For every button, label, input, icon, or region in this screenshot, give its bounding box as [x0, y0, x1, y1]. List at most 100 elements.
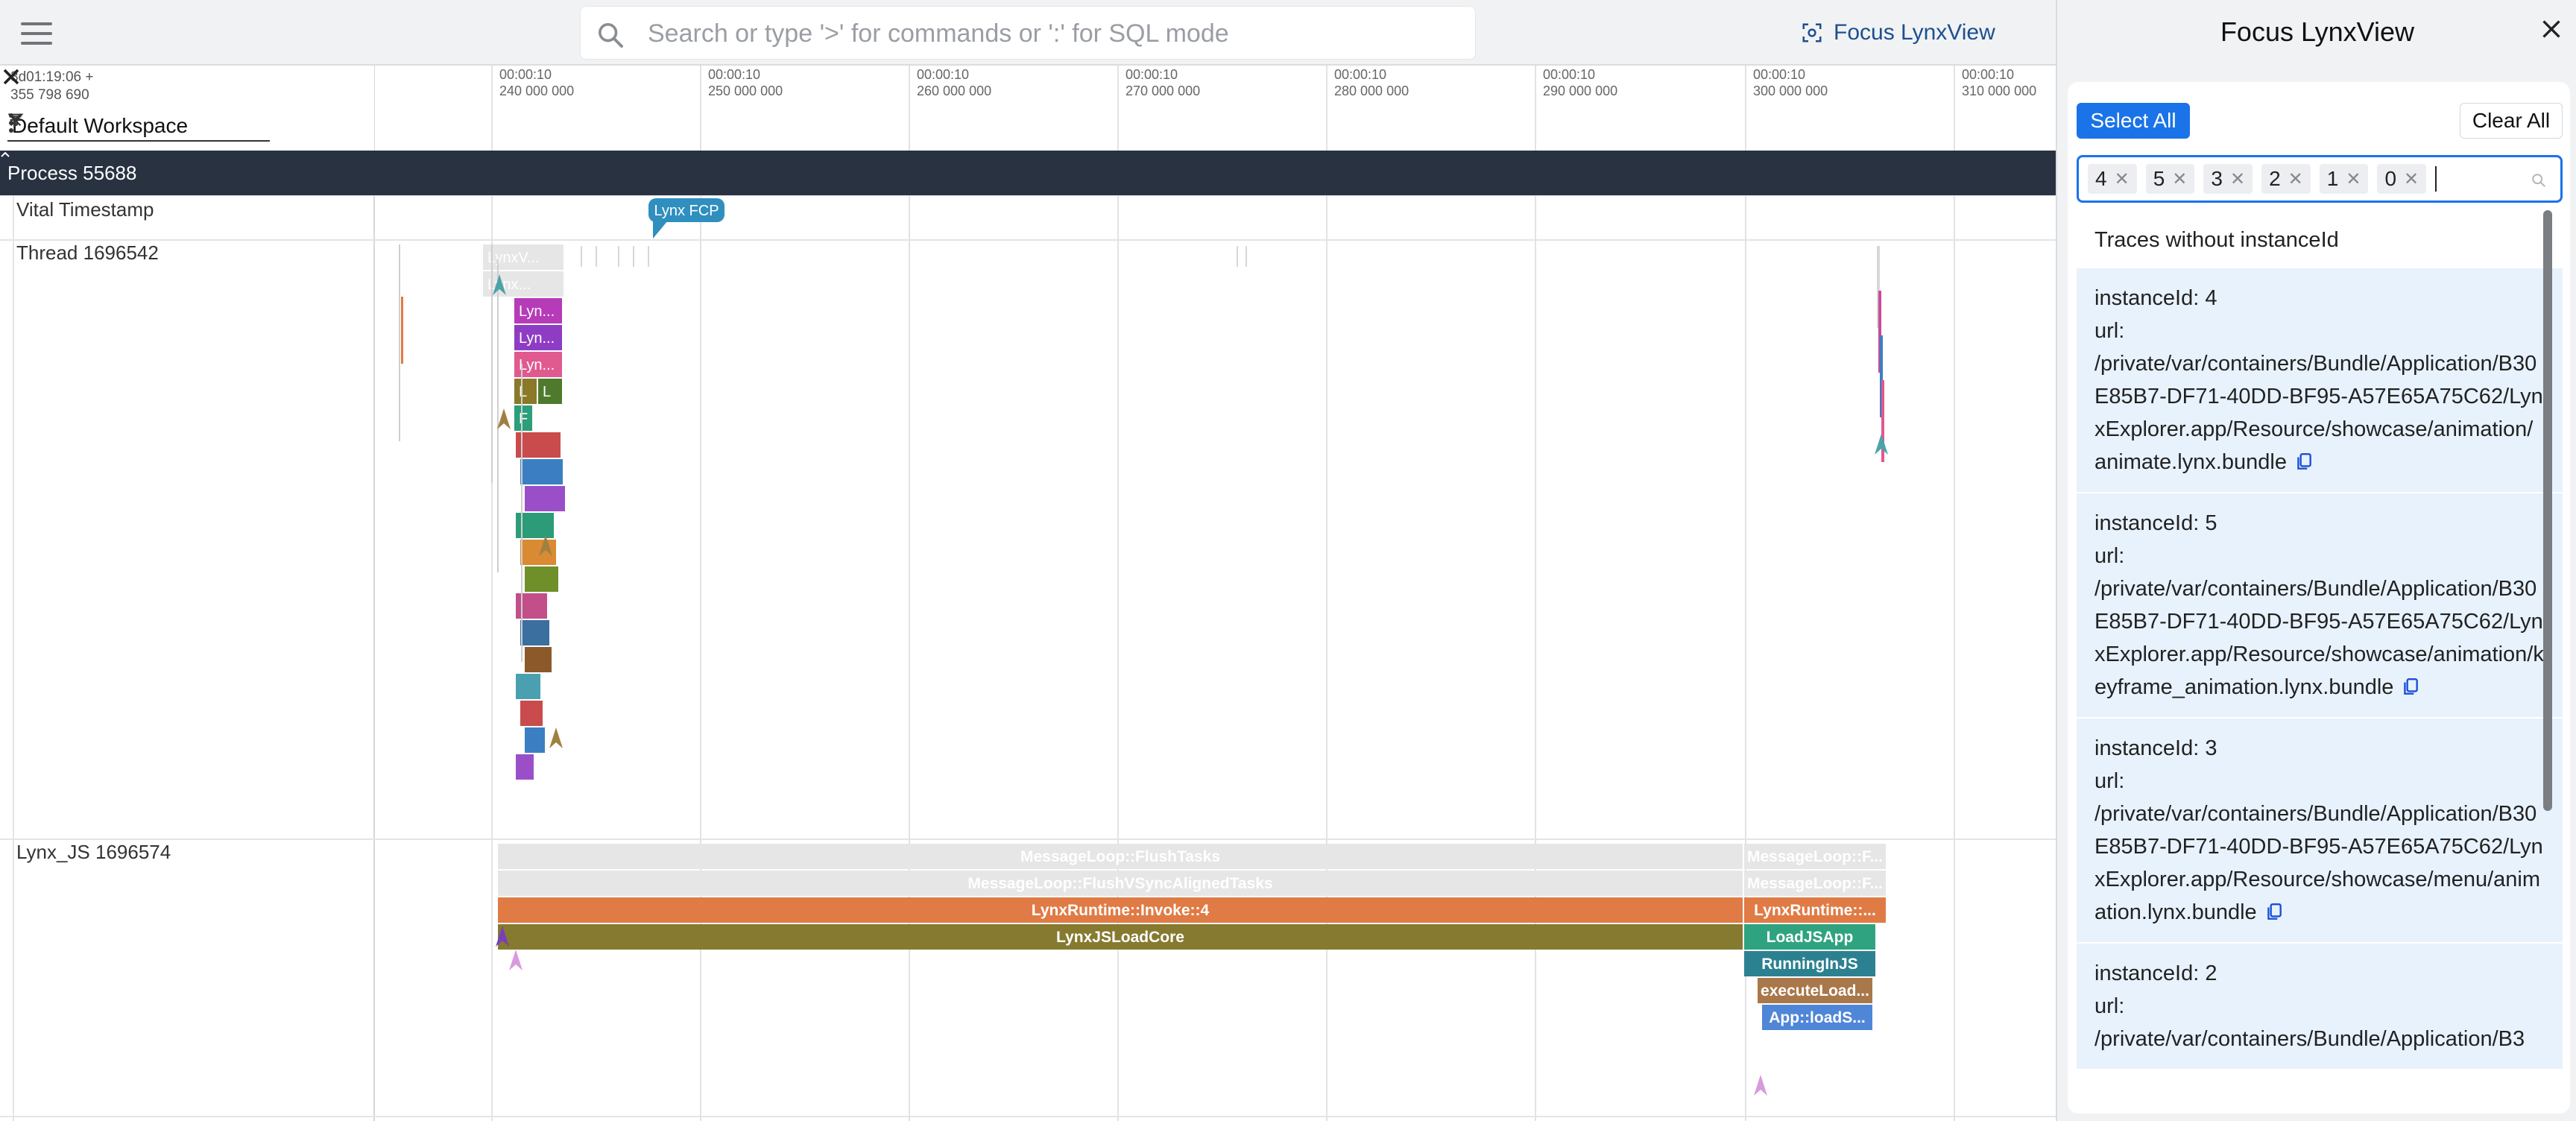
omnibox[interactable]: [580, 6, 1476, 60]
tick-sublabel: 240 000 000: [499, 83, 574, 98]
flow-arrow-icon[interactable]: [509, 950, 523, 970]
focus-lynxview-panel: Focus LynxView Select All Clear All 4 ✕ 5 ✕…: [2056, 0, 2576, 1121]
thread-slice-label: Lyn...: [519, 330, 555, 347]
instance-id: instanceId: 5: [2094, 511, 2217, 535]
instance-option[interactable]: instanceId: 5 url: /private/var/containers…: [2077, 493, 2563, 719]
js-slice[interactable]: MessageLoop::F...: [1744, 844, 1886, 869]
focus-lynxview-button[interactable]: Focus LynxView: [1801, 16, 1995, 49]
lynx-fcp-marker[interactable]: Lynx FCP: [648, 198, 724, 239]
thread-slice-label: L: [543, 384, 551, 400]
thread-slice[interactable]: F: [514, 405, 532, 431]
instance-option[interactable]: instanceId: 3 url: /private/var/containers…: [2077, 719, 2563, 944]
flow-arrow-icon[interactable]: [497, 408, 511, 429]
thread-slice[interactable]: [525, 566, 558, 592]
js-slice-label: LynxRuntime::...: [1754, 902, 1876, 919]
js-slice-label: MessageLoop::F...: [1747, 875, 1883, 892]
thread-slice[interactable]: [525, 647, 552, 672]
thread-slice[interactable]: L: [514, 379, 537, 404]
select-all-button[interactable]: Select All: [2077, 103, 2190, 139]
thread-slice[interactable]: [516, 674, 540, 699]
timeline-area[interactable]: 00:00:10 240 000 000 00:00:10 250 000 000 00…: [0, 66, 2056, 1121]
chevron-up-icon[interactable]: [0, 151, 10, 158]
tag-label: 3: [2211, 167, 2223, 190]
focus-icon: [1802, 23, 1822, 42]
tag-list: 4 ✕ 5 ✕ 3 ✕ 2 ✕ 1 ✕ 0 ✕: [2088, 164, 2427, 194]
flow-arrow-icon[interactable]: [1754, 1075, 1767, 1096]
tick-label: 00:00:10: [1126, 67, 1178, 82]
js-slice-label: MessageLoop::FlushTasks: [1020, 848, 1220, 865]
more-vert-icon[interactable]: [7, 112, 15, 134]
instance-options-list[interactable]: Traces without instanceId instanceId: 4 u…: [2077, 215, 2563, 1109]
remove-tag-icon[interactable]: ✕: [2346, 168, 2361, 190]
clear-all-button[interactable]: Clear All: [2460, 103, 2563, 139]
js-slice[interactable]: LoadJSApp: [1744, 924, 1875, 950]
thread-slice[interactable]: Lyn...: [514, 298, 562, 323]
process-label: Process 55688: [7, 161, 137, 184]
hamburger-menu-icon[interactable]: [21, 22, 52, 45]
thread-slice[interactable]: L: [538, 379, 562, 404]
copy-icon[interactable]: [2296, 452, 2312, 472]
tick-sublabel: 290 000 000: [1543, 83, 1617, 98]
close-track-icon[interactable]: [0, 66, 22, 88]
thread-slice-label: Lyn...: [519, 303, 555, 320]
tag-label: 0: [2384, 167, 2397, 190]
js-slice-label: LynxJSLoadCore: [1056, 929, 1184, 946]
thread-slice[interactable]: Lyn...: [514, 325, 562, 350]
js-slice[interactable]: LynxJSLoadCore: [498, 924, 1743, 950]
js-slice-label: LynxRuntime::Invoke::4: [1032, 902, 1210, 919]
instance-tag: 4 ✕: [2088, 164, 2137, 194]
url-label: url:: [2094, 544, 2125, 568]
instance-tag-select[interactable]: 4 ✕ 5 ✕ 3 ✕ 2 ✕ 1 ✕ 0 ✕: [2077, 155, 2563, 203]
track-title-thread: Thread 1696542: [16, 241, 159, 264]
instance-tag: 2 ✕: [2261, 164, 2311, 194]
tick-label: 00:00:10: [708, 67, 760, 82]
thread-slice[interactable]: [520, 459, 563, 484]
remove-tag-icon[interactable]: ✕: [2288, 168, 2303, 190]
options-scrollbar[interactable]: [2543, 210, 2552, 811]
thread-slice[interactable]: [520, 701, 543, 726]
instance-tag: 0 ✕: [2377, 164, 2427, 194]
search-input[interactable]: [648, 16, 1453, 51]
js-slice[interactable]: MessageLoop::F...: [1744, 871, 1886, 896]
workspace-bar: Default Workspace: [7, 112, 270, 142]
flow-arrow-icon[interactable]: [549, 727, 563, 748]
copy-icon[interactable]: [2402, 678, 2419, 697]
instance-option[interactable]: instanceId: 2 url: /private/var/containers…: [2077, 944, 2563, 1070]
instance-id: instanceId: 2: [2094, 961, 2217, 985]
workspace-select[interactable]: Default Workspace: [7, 112, 270, 142]
copy-icon[interactable]: [2266, 903, 2282, 922]
remove-tag-icon[interactable]: ✕: [2115, 168, 2130, 190]
thread-slice[interactable]: [525, 727, 545, 753]
js-slice[interactable]: LynxRuntime::...: [1744, 897, 1886, 923]
remove-tag-icon[interactable]: ✕: [2404, 168, 2419, 190]
timeline-canvas[interactable]: 00:00:10240 000 00000:00:10250 000 00000…: [0, 66, 2056, 1121]
thread-slice[interactable]: [516, 754, 534, 780]
tag-label: 4: [2095, 167, 2107, 190]
js-slice-label: App::loadS...: [1769, 1009, 1866, 1026]
instance-id: instanceId: 3: [2094, 736, 2217, 760]
js-slice[interactable]: LynxRuntime::Invoke::4: [498, 897, 1743, 923]
thread-slice-label: Lynx...: [487, 277, 531, 293]
remove-tag-icon[interactable]: ✕: [2172, 168, 2187, 190]
option-no-instance[interactable]: Traces without instanceId: [2077, 215, 2563, 268]
tag-label: 5: [2153, 167, 2165, 190]
thread-slice[interactable]: [525, 486, 565, 511]
process-track-header[interactable]: Process 55688: [0, 151, 2056, 195]
close-icon[interactable]: [2540, 18, 2563, 40]
track-header-panel: 3d01:19:06 + 355 798 690 Default Workspa…: [0, 66, 374, 151]
tick-label: 00:00:10: [499, 67, 552, 82]
js-slice[interactable]: MessageLoop::FlushVSyncAlignedTasks: [498, 871, 1743, 896]
instance-url: /private/var/containers/Bundle/Applicati…: [2094, 1027, 2525, 1051]
thread-slice[interactable]: LynxV...: [483, 244, 564, 270]
js-slice[interactable]: App::loadS...: [1762, 1005, 1872, 1030]
js-slice[interactable]: MessageLoop::FlushTasks: [498, 844, 1743, 869]
thread-slice-label: L: [519, 384, 527, 400]
instance-id: instanceId: 4: [2094, 286, 2217, 310]
instance-option[interactable]: instanceId: 4 url: /private/var/containers…: [2077, 268, 2563, 493]
thread-slice[interactable]: [516, 593, 547, 619]
js-slice[interactable]: executeLoad...: [1758, 978, 1872, 1003]
search-icon: [599, 23, 623, 48]
js-slice[interactable]: RunningInJS: [1744, 951, 1875, 976]
thread-slice[interactable]: [520, 620, 549, 645]
remove-tag-icon[interactable]: ✕: [2230, 168, 2245, 190]
